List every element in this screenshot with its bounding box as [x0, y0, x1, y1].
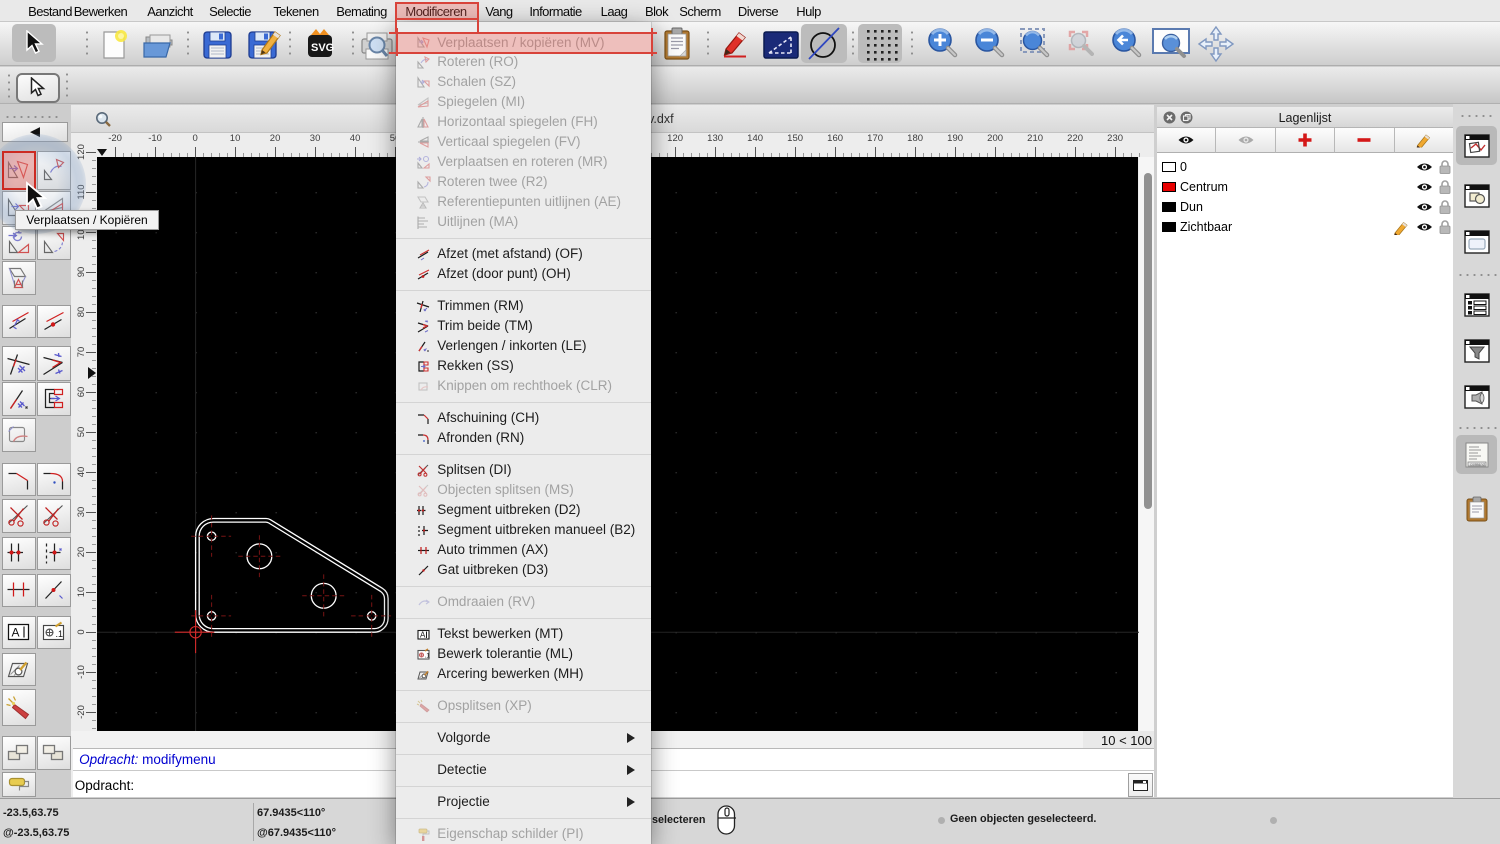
svg-text:A: A: [420, 630, 426, 639]
svg-text:command: command: [1470, 462, 1485, 467]
svg-text:SVG: SVG: [311, 42, 334, 54]
svg-text:A: A: [11, 626, 19, 640]
svg-text:.1: .1: [55, 629, 63, 639]
svg-text:.1: .1: [425, 652, 431, 659]
